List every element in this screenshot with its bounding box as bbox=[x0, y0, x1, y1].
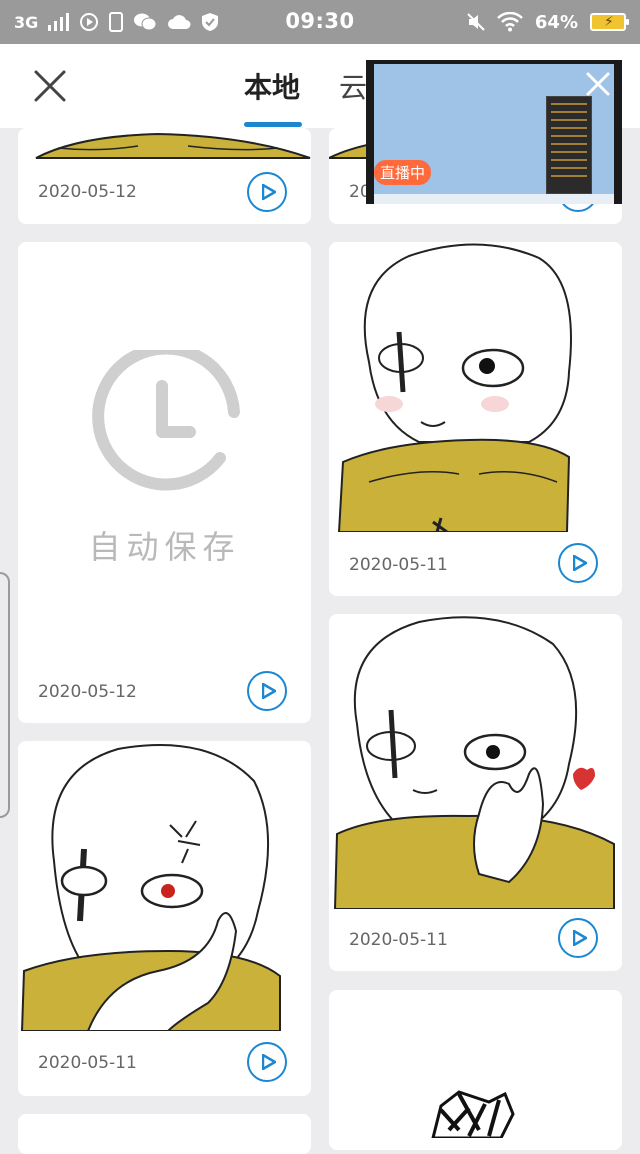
battery-icon: ⚡ bbox=[590, 13, 629, 31]
play-button[interactable] bbox=[558, 543, 598, 583]
recording-card[interactable]: 2020-05-12 bbox=[18, 128, 311, 224]
play-button[interactable] bbox=[558, 918, 598, 958]
network-type: 3G bbox=[14, 12, 39, 32]
play-button[interactable] bbox=[247, 671, 287, 711]
status-left: 3G bbox=[14, 0, 219, 44]
autosave-label: 自动保存 bbox=[88, 528, 241, 566]
drawing-thumbnail bbox=[333, 616, 615, 909]
cloud-icon bbox=[168, 15, 191, 29]
play-button[interactable] bbox=[247, 172, 287, 212]
play-icon bbox=[572, 555, 587, 571]
sim-card-icon bbox=[109, 12, 124, 32]
drawing-thumbnail bbox=[20, 744, 281, 1031]
play-button[interactable] bbox=[247, 1042, 287, 1082]
live-badge: 直播中 bbox=[374, 160, 432, 185]
status-right: 64% ⚡ bbox=[467, 0, 629, 44]
card-date: 2020-05-11 bbox=[38, 1053, 137, 1073]
taskbar-preview bbox=[374, 194, 614, 204]
charging-icon: ⚡ bbox=[604, 14, 614, 30]
status-bar: 3G 09:30 64% ⚡ bbox=[0, 0, 640, 44]
drawing-thumbnail bbox=[35, 132, 311, 159]
play-icon bbox=[261, 184, 276, 200]
pip-close-icon[interactable] bbox=[584, 70, 612, 98]
media-play-icon bbox=[80, 13, 99, 31]
tab-local[interactable]: 本地 bbox=[244, 66, 300, 106]
card-date: 2020-05-12 bbox=[38, 682, 137, 702]
wechat-icon bbox=[134, 13, 157, 31]
shield-icon bbox=[202, 13, 219, 31]
signal-icon bbox=[48, 13, 70, 31]
close-icon[interactable] bbox=[30, 66, 70, 106]
recording-card[interactable] bbox=[18, 1114, 311, 1154]
card-date: 2020-05-11 bbox=[349, 555, 448, 575]
mute-icon bbox=[467, 13, 485, 31]
drawing-thumbnail bbox=[431, 1090, 515, 1138]
edge-panel-handle[interactable] bbox=[0, 572, 10, 818]
card-date: 2020-05-12 bbox=[38, 182, 137, 202]
clock-icon bbox=[92, 350, 240, 491]
card-date: 2020-05-11 bbox=[349, 930, 448, 950]
recording-card[interactable] bbox=[329, 990, 622, 1150]
recording-card[interactable]: 自动保存 2020-05-12 bbox=[18, 242, 311, 723]
active-tab-indicator bbox=[244, 122, 302, 127]
recording-card[interactable]: 2020-05-11 bbox=[18, 741, 311, 1096]
play-icon bbox=[572, 930, 587, 946]
tab-cloud[interactable]: 云 bbox=[339, 66, 367, 106]
drawing-thumbnail bbox=[337, 243, 572, 532]
battery-percent: 64% bbox=[534, 11, 578, 33]
play-icon bbox=[261, 1054, 276, 1070]
code-panel bbox=[546, 96, 592, 194]
live-stream-preview[interactable]: 直播中 bbox=[366, 60, 622, 204]
wifi-icon bbox=[497, 12, 523, 32]
recording-card[interactable]: 2020-05-11 bbox=[329, 614, 622, 971]
play-icon bbox=[261, 683, 276, 699]
recording-card[interactable]: 2020-05-11 bbox=[329, 242, 622, 596]
